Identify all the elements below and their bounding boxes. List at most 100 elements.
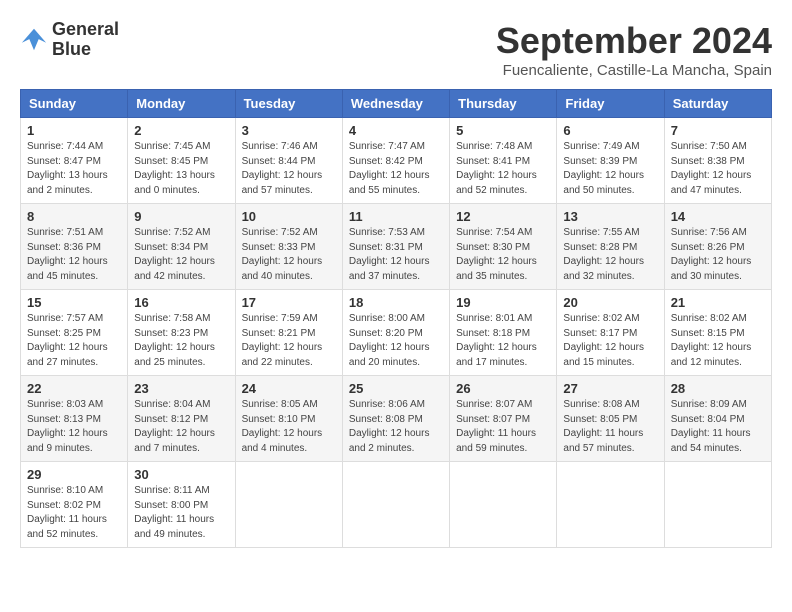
day-info: Sunrise: 8:05 AM Sunset: 8:10 PM Dayligh…: [242, 398, 336, 456]
calendar-cell: 7Sunrise: 7:50 AM Sunset: 8:38 PM Daylig…: [664, 118, 771, 204]
calendar-cell: 27 Sunrise: 8:08 AM Sunset: 8:05 PM Dayli…: [557, 376, 664, 462]
calendar-cell: 4 Sunrise: 7:47 AM Sunset: 8:42 PM Daylig…: [342, 118, 449, 204]
day-info: Sunrise: 8:06 AM Sunset: 8:08 PM Dayligh…: [349, 398, 443, 456]
day-info: Sunrise: 7:44 AM Sunset: 8:47 PM Dayligh…: [27, 140, 121, 198]
day-number: 28: [671, 381, 765, 396]
day-info: Sunrise: 7:55 AM Sunset: 8:28 PM Dayligh…: [563, 226, 657, 284]
day-number: 13: [563, 209, 657, 224]
day-number: 22: [27, 381, 121, 396]
day-info: Sunrise: 7:52 AM Sunset: 8:34 PM Dayligh…: [134, 226, 228, 284]
day-info: Sunrise: 7:45 AM Sunset: 8:45 PM Dayligh…: [134, 140, 228, 198]
calendar-cell: 15Sunrise: 7:57 AM Sunset: 8:25 PM Dayli…: [21, 290, 128, 376]
logo-line2: Blue: [52, 40, 119, 60]
weekday-header-friday: Friday: [557, 90, 664, 118]
day-number: 12: [456, 209, 550, 224]
day-info: Sunrise: 8:08 AM Sunset: 8:05 PM Dayligh…: [563, 398, 657, 456]
calendar-cell: 19Sunrise: 8:01 AM Sunset: 8:18 PM Dayli…: [450, 290, 557, 376]
calendar-cell: 9 Sunrise: 7:52 AM Sunset: 8:34 PM Daylig…: [128, 204, 235, 290]
day-number: 17: [242, 295, 336, 310]
calendar-cell: 29 Sunrise: 8:10 AM Sunset: 8:02 PM Dayli…: [21, 462, 128, 548]
day-number: 18: [349, 295, 443, 310]
calendar-cell: 24 Sunrise: 8:05 AM Sunset: 8:10 PM Dayli…: [235, 376, 342, 462]
calendar-cell: 8Sunrise: 7:51 AM Sunset: 8:36 PM Daylig…: [21, 204, 128, 290]
day-info: Sunrise: 8:02 AM Sunset: 8:17 PM Dayligh…: [563, 312, 657, 370]
logo: General Blue: [20, 20, 119, 60]
day-number: 20: [563, 295, 657, 310]
calendar-cell: [450, 462, 557, 548]
day-info: Sunrise: 7:56 AM Sunset: 8:26 PM Dayligh…: [671, 226, 765, 284]
calendar-cell: 18 Sunrise: 8:00 AM Sunset: 8:20 PM Dayli…: [342, 290, 449, 376]
week-row-2: 8Sunrise: 7:51 AM Sunset: 8:36 PM Daylig…: [21, 204, 772, 290]
day-number: 14: [671, 209, 765, 224]
weekday-header-saturday: Saturday: [664, 90, 771, 118]
weekday-header-sunday: Sunday: [21, 90, 128, 118]
calendar-cell: 26Sunrise: 8:07 AM Sunset: 8:07 PM Dayli…: [450, 376, 557, 462]
day-info: Sunrise: 8:10 AM Sunset: 8:02 PM Dayligh…: [27, 484, 121, 542]
day-info: Sunrise: 8:00 AM Sunset: 8:20 PM Dayligh…: [349, 312, 443, 370]
day-info: Sunrise: 8:02 AM Sunset: 8:15 PM Dayligh…: [671, 312, 765, 370]
calendar-cell: [557, 462, 664, 548]
day-number: 6: [563, 123, 657, 138]
calendar-title: September 2024: [496, 20, 772, 62]
day-number: 4: [349, 123, 443, 138]
header: General Blue September 2024 Fuencaliente…: [20, 20, 772, 79]
calendar-cell: 21 Sunrise: 8:02 AM Sunset: 8:15 PM Dayli…: [664, 290, 771, 376]
weekday-header-thursday: Thursday: [450, 90, 557, 118]
week-row-1: 1 Sunrise: 7:44 AM Sunset: 8:47 PM Daylig…: [21, 118, 772, 204]
calendar-cell: [235, 462, 342, 548]
title-section: September 2024 Fuencaliente, Castille-La…: [496, 20, 772, 79]
day-number: 27: [563, 381, 657, 396]
day-info: Sunrise: 7:53 AM Sunset: 8:31 PM Dayligh…: [349, 226, 443, 284]
calendar-cell: 1 Sunrise: 7:44 AM Sunset: 8:47 PM Daylig…: [21, 118, 128, 204]
calendar-cell: 12Sunrise: 7:54 AM Sunset: 8:30 PM Dayli…: [450, 204, 557, 290]
day-info: Sunrise: 7:57 AM Sunset: 8:25 PM Dayligh…: [27, 312, 121, 370]
day-info: Sunrise: 8:11 AM Sunset: 8:00 PM Dayligh…: [134, 484, 228, 542]
day-number: 24: [242, 381, 336, 396]
weekday-header-tuesday: Tuesday: [235, 90, 342, 118]
calendar-cell: 10 Sunrise: 7:52 AM Sunset: 8:33 PM Dayli…: [235, 204, 342, 290]
day-number: 5: [456, 123, 550, 138]
calendar-subtitle: Fuencaliente, Castille-La Mancha, Spain: [496, 62, 772, 79]
day-number: 11: [349, 209, 443, 224]
calendar-cell: 23Sunrise: 8:04 AM Sunset: 8:12 PM Dayli…: [128, 376, 235, 462]
day-number: 10: [242, 209, 336, 224]
calendar-cell: 5Sunrise: 7:48 AM Sunset: 8:41 PM Daylig…: [450, 118, 557, 204]
day-info: Sunrise: 7:58 AM Sunset: 8:23 PM Dayligh…: [134, 312, 228, 370]
calendar-table: SundayMondayTuesdayWednesdayThursdayFrid…: [20, 89, 772, 548]
calendar-cell: 25 Sunrise: 8:06 AM Sunset: 8:08 PM Dayli…: [342, 376, 449, 462]
day-info: Sunrise: 7:47 AM Sunset: 8:42 PM Dayligh…: [349, 140, 443, 198]
day-number: 3: [242, 123, 336, 138]
calendar-cell: 16Sunrise: 7:58 AM Sunset: 8:23 PM Dayli…: [128, 290, 235, 376]
calendar-cell: 6Sunrise: 7:49 AM Sunset: 8:39 PM Daylig…: [557, 118, 664, 204]
day-number: 2: [134, 123, 228, 138]
day-number: 21: [671, 295, 765, 310]
calendar-cell: 2 Sunrise: 7:45 AM Sunset: 8:45 PM Daylig…: [128, 118, 235, 204]
calendar-cell: 20 Sunrise: 8:02 AM Sunset: 8:17 PM Dayli…: [557, 290, 664, 376]
day-number: 7: [671, 123, 765, 138]
week-row-5: 29 Sunrise: 8:10 AM Sunset: 8:02 PM Dayli…: [21, 462, 772, 548]
calendar-cell: 28 Sunrise: 8:09 AM Sunset: 8:04 PM Dayli…: [664, 376, 771, 462]
calendar-cell: 30Sunrise: 8:11 AM Sunset: 8:00 PM Dayli…: [128, 462, 235, 548]
day-info: Sunrise: 7:52 AM Sunset: 8:33 PM Dayligh…: [242, 226, 336, 284]
day-info: Sunrise: 8:09 AM Sunset: 8:04 PM Dayligh…: [671, 398, 765, 456]
day-number: 23: [134, 381, 228, 396]
weekday-header-wednesday: Wednesday: [342, 90, 449, 118]
day-info: Sunrise: 7:51 AM Sunset: 8:36 PM Dayligh…: [27, 226, 121, 284]
day-number: 9: [134, 209, 228, 224]
weekday-header-row: SundayMondayTuesdayWednesdayThursdayFrid…: [21, 90, 772, 118]
day-info: Sunrise: 7:46 AM Sunset: 8:44 PM Dayligh…: [242, 140, 336, 198]
day-number: 1: [27, 123, 121, 138]
day-info: Sunrise: 8:01 AM Sunset: 8:18 PM Dayligh…: [456, 312, 550, 370]
week-row-3: 15Sunrise: 7:57 AM Sunset: 8:25 PM Dayli…: [21, 290, 772, 376]
day-number: 29: [27, 467, 121, 482]
day-number: 25: [349, 381, 443, 396]
calendar-cell: 14 Sunrise: 7:56 AM Sunset: 8:26 PM Dayli…: [664, 204, 771, 290]
calendar-cell: 11 Sunrise: 7:53 AM Sunset: 8:31 PM Dayli…: [342, 204, 449, 290]
calendar-cell: [664, 462, 771, 548]
day-info: Sunrise: 7:59 AM Sunset: 8:21 PM Dayligh…: [242, 312, 336, 370]
logo-line1: General: [52, 20, 119, 40]
week-row-4: 22Sunrise: 8:03 AM Sunset: 8:13 PM Dayli…: [21, 376, 772, 462]
logo-icon: [20, 26, 48, 54]
calendar-cell: 13 Sunrise: 7:55 AM Sunset: 8:28 PM Dayli…: [557, 204, 664, 290]
logo-text: General Blue: [52, 20, 119, 60]
